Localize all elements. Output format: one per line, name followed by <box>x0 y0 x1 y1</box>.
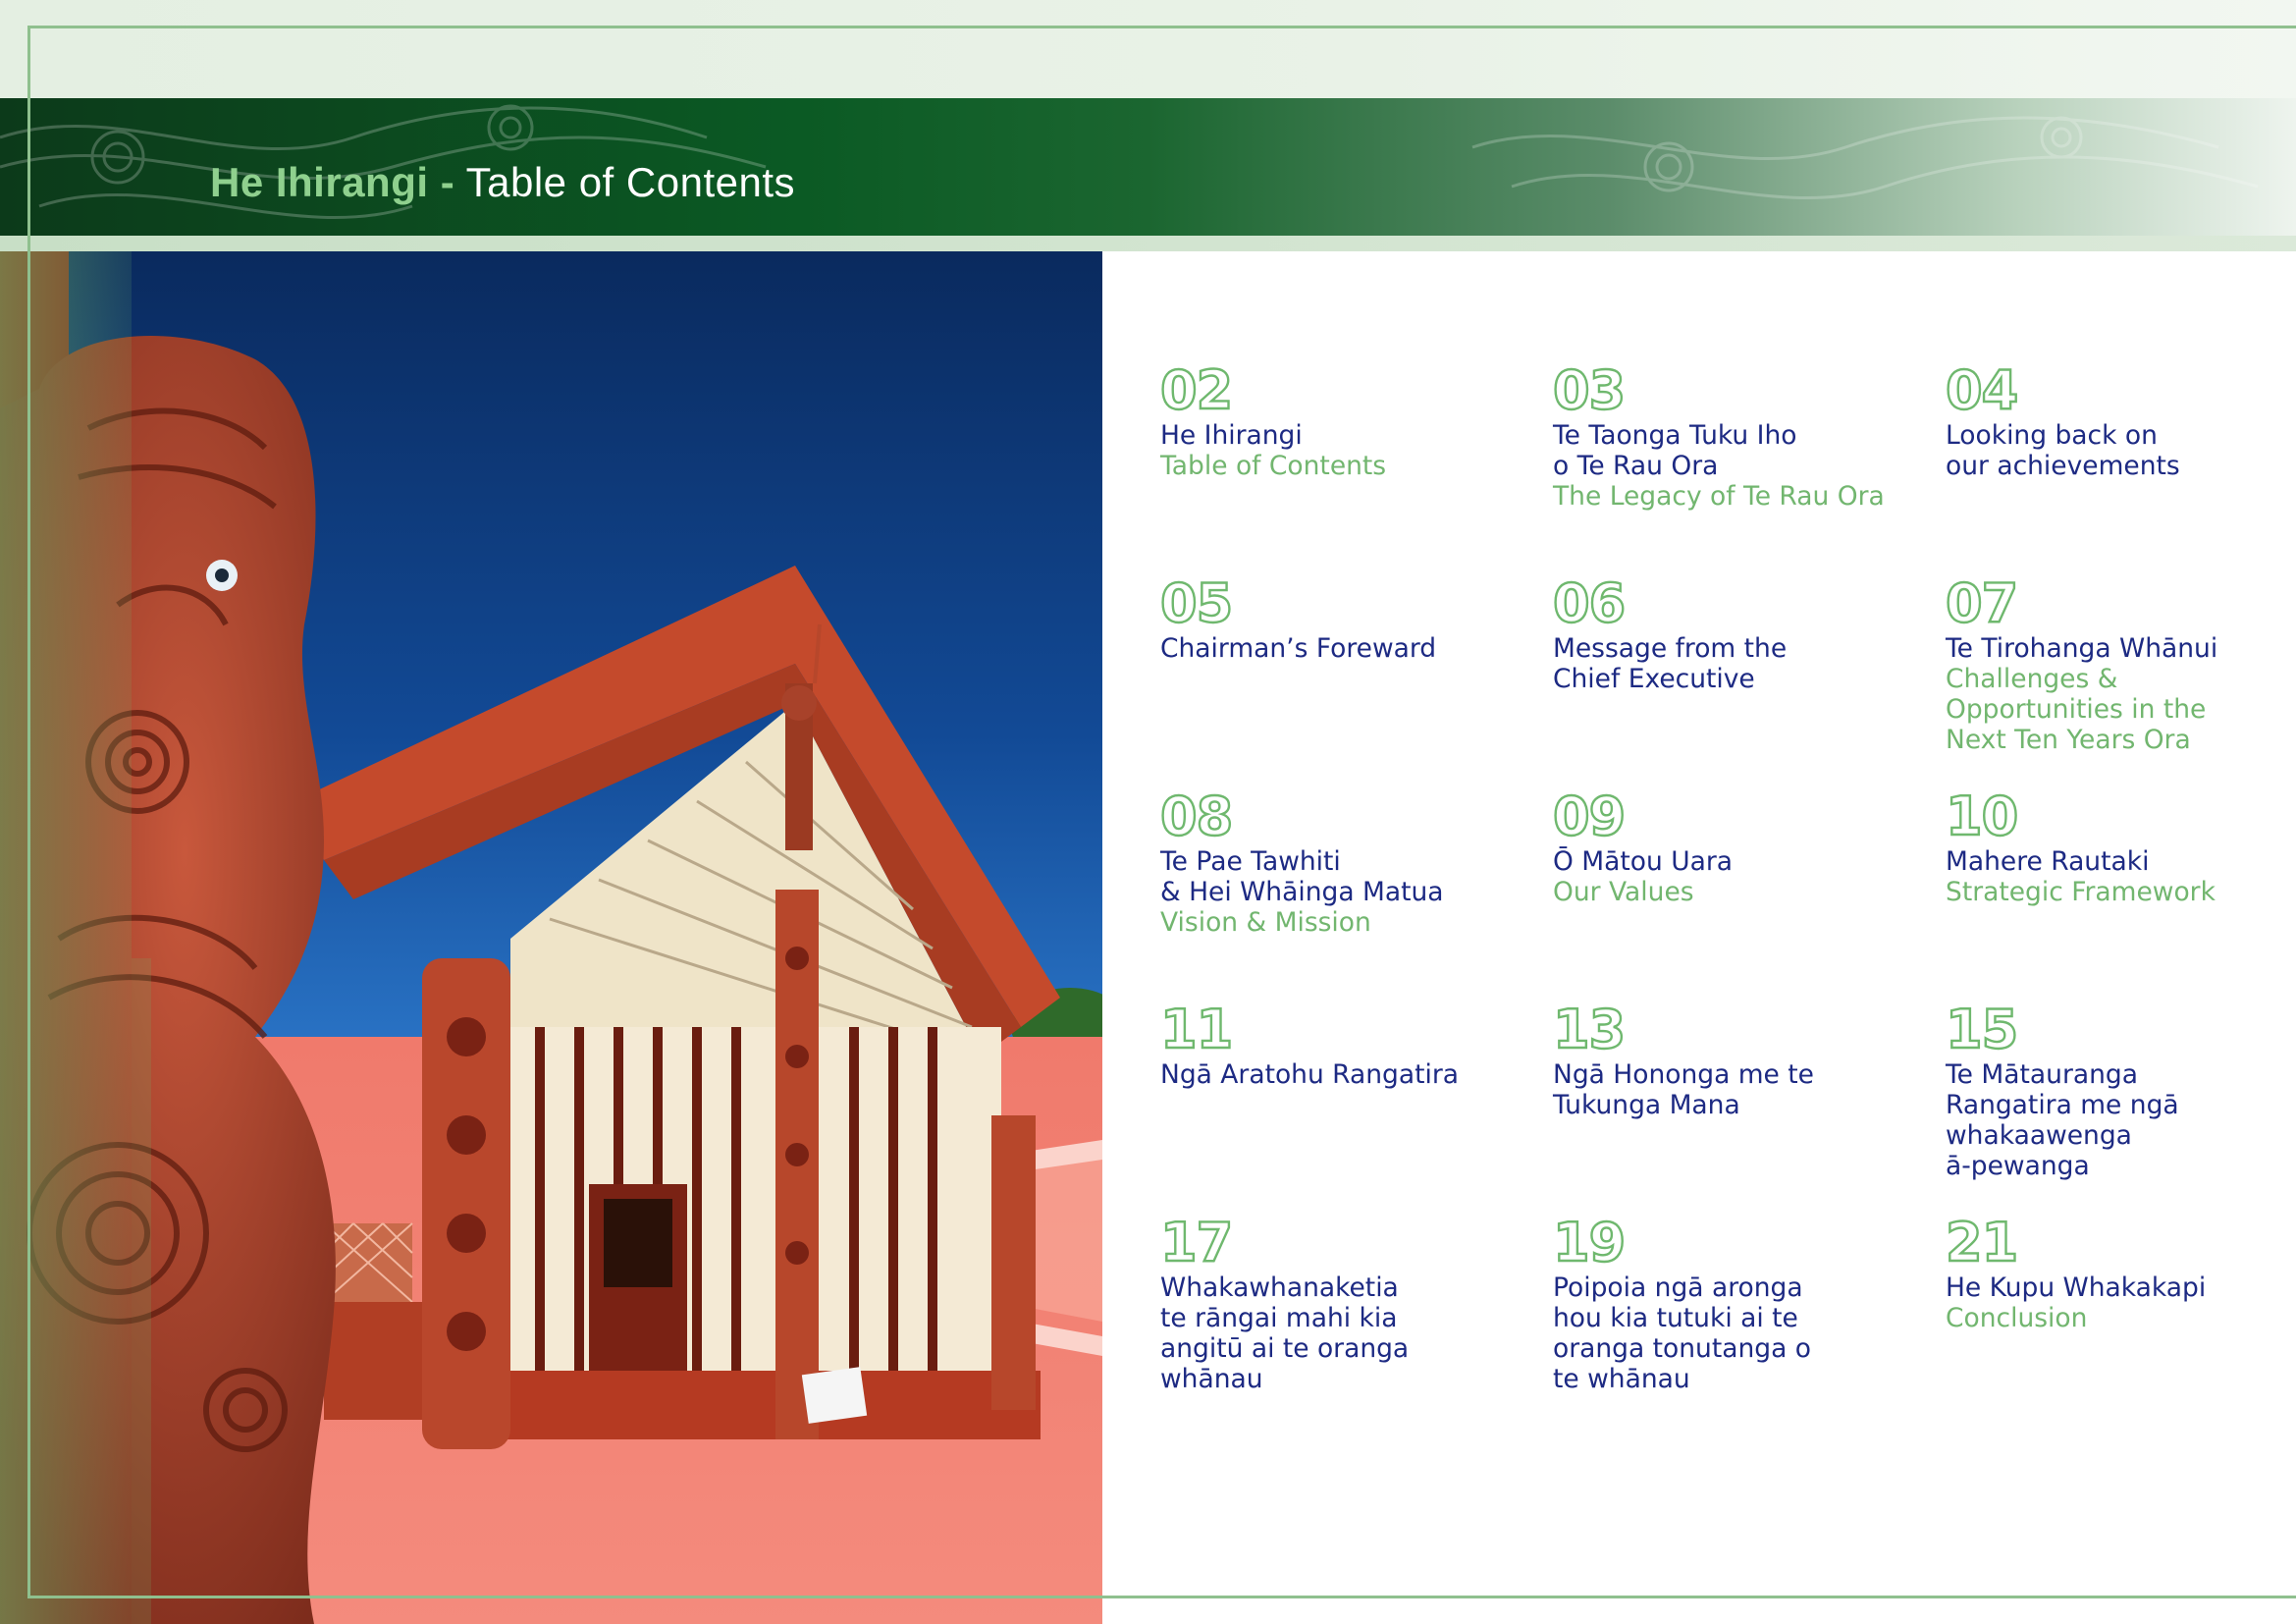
page-title-maori: He Ihirangi - <box>210 159 455 205</box>
toc-item-05[interactable]: 05 Chairman’s Foreward <box>1159 572 1523 664</box>
toc-number: 10 <box>1945 785 2020 847</box>
toc-number: 06 <box>1552 572 1628 634</box>
toc-number: 04 <box>1945 359 2020 421</box>
toc-item-13[interactable]: 13 Ngā Hononga me te Tukunga Mana <box>1552 999 1916 1120</box>
toc-title: Te Pae Tawhiti & Hei Whāinga Matua <box>1160 846 1444 907</box>
toc-number: 08 <box>1159 785 1235 847</box>
top-band <box>0 0 2296 98</box>
toc-item-06[interactable]: 06 Message from the Chief Executive <box>1552 572 1916 694</box>
toc-subtitle: The Legacy of Te Rau Ora <box>1553 481 1885 512</box>
wharenui-illustration <box>0 251 1102 1624</box>
header-banner: He Ihirangi - Table of Contents <box>0 98 2296 236</box>
toc-item-08[interactable]: 08 Te Pae Tawhiti & Hei Whāinga Matua Vi… <box>1159 785 1523 938</box>
toc-title: Ngā Hononga me te Tukunga Mana <box>1553 1059 1814 1120</box>
toc-title: Te Mātauranga Rangatira me ngā whakaawen… <box>1946 1059 2179 1181</box>
marae-photo <box>0 251 1102 1624</box>
toc-number: 07 <box>1945 572 2020 634</box>
contents-grid: 02 He Ihirangi Table of Contents 03 Te T… <box>1159 359 2269 1443</box>
toc-number: 13 <box>1552 999 1628 1060</box>
toc-title: Te Tirohanga Whānui <box>1946 633 2218 664</box>
toc-title: Poipoia ngā aronga hou kia tutuki ai te … <box>1553 1272 1811 1394</box>
toc-item-17[interactable]: 17 Whakawhanaketia te rāngai mahi kia an… <box>1159 1212 1523 1394</box>
toc-subtitle: Vision & Mission <box>1160 907 1371 938</box>
toc-item-09[interactable]: 09 Ō Mātou Uara Our Values <box>1552 785 1916 907</box>
toc-title: Message from the Chief Executive <box>1553 633 1788 694</box>
toc-item-02[interactable]: 02 He Ihirangi Table of Contents <box>1159 359 1523 481</box>
page-title-english: Table of Contents <box>465 159 795 205</box>
toc-number: 21 <box>1945 1212 2020 1273</box>
toc-item-03[interactable]: 03 Te Taonga Tuku Iho o Te Rau Ora The L… <box>1552 359 1916 512</box>
toc-title: Whakawhanaketia te rāngai mahi kia angit… <box>1160 1272 1410 1394</box>
toc-number: 17 <box>1159 1212 1235 1273</box>
toc-subtitle: Conclusion <box>1946 1303 2088 1333</box>
toc-number: 11 <box>1159 999 1235 1060</box>
toc-subtitle: Table of Contents <box>1160 451 1387 481</box>
toc-title: He Ihirangi <box>1160 420 1303 451</box>
toc-number: 03 <box>1552 359 1628 421</box>
toc-number: 15 <box>1945 999 2020 1060</box>
toc-number: 19 <box>1552 1212 1628 1273</box>
toc-title: Ngā Aratohu Rangatira <box>1160 1059 1459 1090</box>
toc-number: 02 <box>1159 359 1235 421</box>
toc-item-19[interactable]: 19 Poipoia ngā aronga hou kia tutuki ai … <box>1552 1212 1916 1394</box>
toc-title: Chairman’s Foreward <box>1160 633 1437 664</box>
toc-number: 05 <box>1159 572 1235 634</box>
toc-title: Te Taonga Tuku Iho o Te Rau Ora <box>1553 420 1797 481</box>
toc-title: Mahere Rautaki <box>1946 846 2150 877</box>
toc-number: 09 <box>1552 785 1628 847</box>
toc-title: He Kupu Whakakapi <box>1946 1272 2207 1303</box>
toc-subtitle: Challenges & Opportunities in the Next T… <box>1946 664 2207 755</box>
toc-subtitle: Strategic Framework <box>1946 877 2216 907</box>
toc-item-15[interactable]: 15 Te Mātauranga Rangatira me ngā whakaa… <box>1945 999 2296 1181</box>
toc-title: Ō Mātou Uara <box>1553 846 1733 877</box>
toc-item-07[interactable]: 07 Te Tirohanga Whānui Challenges & Oppo… <box>1945 572 2296 755</box>
page-title: He Ihirangi - Table of Contents <box>210 159 795 206</box>
toc-item-04[interactable]: 04 Looking back on our achievements <box>1945 359 2296 481</box>
toc-item-11[interactable]: 11 Ngā Aratohu Rangatira <box>1159 999 1523 1090</box>
toc-item-10[interactable]: 10 Mahere Rautaki Strategic Framework <box>1945 785 2296 907</box>
toc-title: Looking back on our achievements <box>1946 420 2180 481</box>
header-stripe <box>0 236 2296 251</box>
toc-subtitle: Our Values <box>1553 877 1694 907</box>
toc-item-21[interactable]: 21 He Kupu Whakakapi Conclusion <box>1945 1212 2296 1333</box>
